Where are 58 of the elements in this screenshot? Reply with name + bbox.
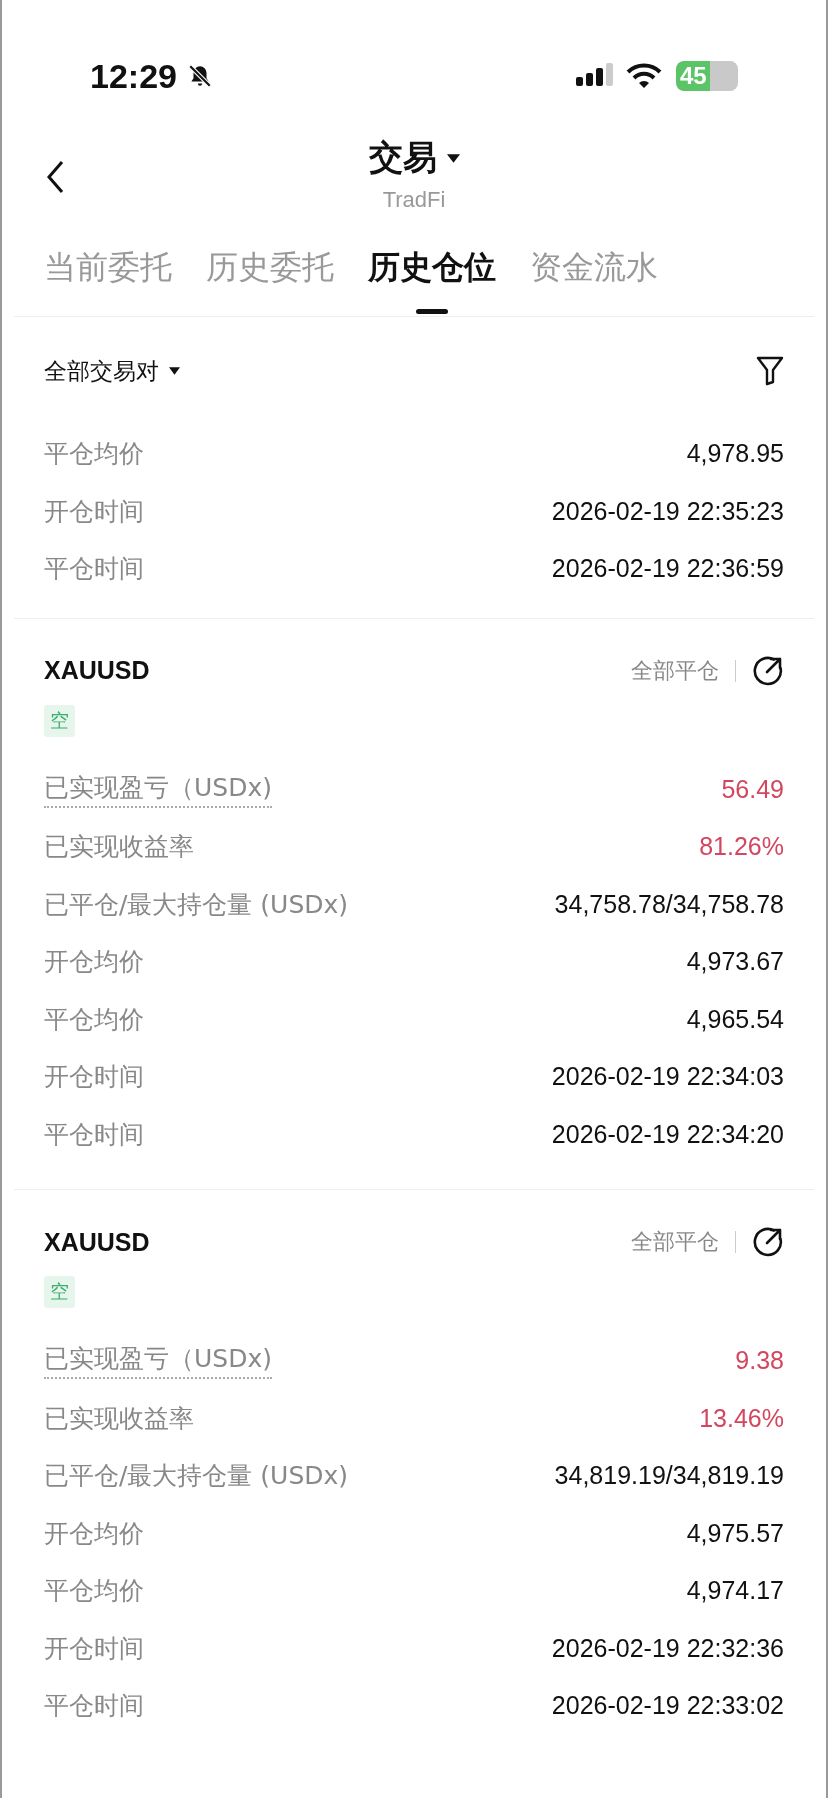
field-value: 34,819.19/34,819.19 bbox=[554, 1461, 784, 1491]
field-label: 已平仓/最大持仓量 (USDx) bbox=[44, 888, 349, 921]
field-value: 4,973.67 bbox=[686, 947, 784, 977]
field-label: 已平仓/最大持仓量 (USDx) bbox=[44, 1460, 349, 1493]
page-title[interactable]: 交易 bbox=[368, 135, 437, 181]
field-label: 开仓均价 bbox=[44, 946, 144, 979]
side-tag: 空 bbox=[44, 1276, 75, 1308]
field-value: 4,978.95 bbox=[686, 439, 784, 469]
filter-icon[interactable] bbox=[756, 356, 784, 386]
page-subtitle: TradFi bbox=[382, 187, 446, 213]
share-icon[interactable] bbox=[752, 1226, 784, 1258]
pair-filter-dropdown[interactable]: 全部交易对 bbox=[44, 355, 180, 387]
tab[interactable]: 资金流水 bbox=[530, 228, 658, 316]
signal-icon bbox=[576, 63, 616, 89]
close-all-button[interactable]: 全部平仓 bbox=[631, 1227, 719, 1257]
field-label: 平仓均价 bbox=[44, 1003, 144, 1036]
wifi-icon bbox=[626, 63, 662, 89]
close-all-button[interactable]: 全部平仓 bbox=[631, 655, 719, 686]
field-value: 56.49 bbox=[721, 774, 784, 804]
field-value: 4,975.57 bbox=[686, 1518, 784, 1548]
field-value: 34,758.78/34,758.78 bbox=[554, 889, 784, 919]
caret-icon[interactable] bbox=[446, 153, 460, 163]
battery-icon: 45 bbox=[676, 61, 738, 91]
back-icon[interactable] bbox=[46, 160, 66, 194]
field-value: 81.26% bbox=[699, 832, 784, 862]
symbol-name: XAUUSD bbox=[44, 1227, 150, 1257]
field-value: 9.38 bbox=[735, 1346, 784, 1376]
field-value: 2026-02-19 22:34:03 bbox=[551, 1062, 784, 1092]
field-value: 2026-02-19 22:36:59 bbox=[551, 554, 784, 584]
field-label: 开仓时间 bbox=[44, 1061, 144, 1094]
field-value: 4,965.54 bbox=[686, 1004, 784, 1034]
field-value: 2026-02-19 22:33:02 bbox=[551, 1691, 784, 1721]
side-tag: 空 bbox=[44, 704, 75, 737]
field-value: 2026-02-19 22:35:23 bbox=[551, 496, 784, 526]
tab[interactable]: 历史仓位 bbox=[368, 228, 496, 316]
field-value: 13.46% bbox=[699, 1403, 784, 1433]
field-value: 2026-02-19 22:34:20 bbox=[551, 1119, 784, 1149]
field-label: 开仓时间 bbox=[44, 1632, 144, 1665]
symbol-name: XAUUSD bbox=[44, 656, 150, 685]
field-label: 平仓时间 bbox=[44, 1690, 144, 1723]
tab[interactable]: 历史委托 bbox=[206, 228, 334, 316]
muted-bell-icon bbox=[186, 63, 213, 89]
field-label: 已实现收益率 bbox=[44, 1402, 194, 1435]
share-icon[interactable] bbox=[752, 654, 784, 687]
tab[interactable]: 当前委托 bbox=[44, 228, 172, 316]
field-value: 4,974.17 bbox=[686, 1576, 784, 1606]
field-label: 已实现盈亏（USDx) bbox=[44, 1342, 272, 1380]
field-label: 平仓时间 bbox=[44, 1118, 144, 1151]
field-value: 2026-02-19 22:32:36 bbox=[551, 1633, 784, 1663]
field-label: 开仓均价 bbox=[44, 1517, 144, 1550]
field-label: 开仓时间 bbox=[44, 495, 144, 528]
field-label: 平仓均价 bbox=[44, 438, 144, 471]
field-label: 已实现盈亏（USDx) bbox=[44, 770, 272, 808]
status-time: 12:29 bbox=[90, 56, 177, 96]
field-label: 平仓均价 bbox=[44, 1575, 144, 1608]
caret-icon bbox=[169, 367, 180, 375]
field-label: 已实现收益率 bbox=[44, 831, 194, 864]
field-label: 平仓时间 bbox=[44, 553, 144, 586]
